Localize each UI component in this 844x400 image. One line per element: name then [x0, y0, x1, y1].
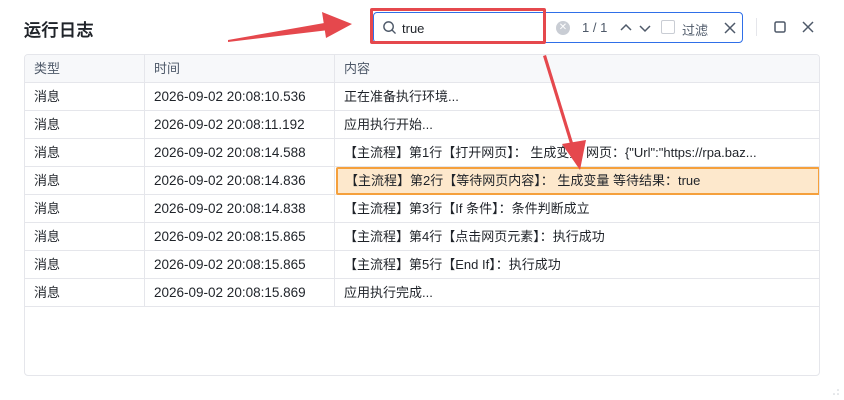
- cell-type: 消息: [25, 167, 145, 195]
- match-count: 1 / 1: [582, 20, 608, 35]
- column-header-type[interactable]: 类型: [25, 55, 145, 83]
- cell-type: 消息: [25, 195, 145, 223]
- cell-content: 【主流程】第5行【End If】：执行成功: [344, 257, 561, 272]
- cell-time: 2026-09-02 20:08:15.865: [145, 223, 335, 251]
- maximize-icon[interactable]: [771, 18, 789, 36]
- table-header: 类型 时间 内容: [25, 55, 819, 83]
- filter-checkbox[interactable]: [661, 20, 675, 34]
- cell-content: 正在准备执行环境...: [344, 89, 459, 104]
- table-row-highlighted[interactable]: 消息 2026-09-02 20:08:14.836 【主流程】第2行【等待网页…: [25, 167, 819, 195]
- column-header-content[interactable]: 内容: [335, 55, 819, 83]
- cell-content: 【主流程】第1行【打开网页】： 生成变量 网页：{"Url":"https://…: [344, 145, 757, 160]
- table-row[interactable]: 消息 2026-09-02 20:08:15.869 应用执行完成...: [25, 279, 819, 307]
- cell-type: 消息: [25, 279, 145, 307]
- window-title: 运行日志: [24, 21, 94, 40]
- column-header-time[interactable]: 时间: [145, 55, 335, 83]
- previous-match-icon[interactable]: [618, 19, 634, 37]
- cell-time: 2026-09-02 20:08:11.192: [145, 111, 335, 139]
- table-row[interactable]: 消息 2026-09-02 20:08:14.838 【主流程】第3行【If 条…: [25, 195, 819, 223]
- cell-type: 消息: [25, 223, 145, 251]
- header-divider: [756, 18, 757, 36]
- cell-type: 消息: [25, 251, 145, 279]
- run-log-window: 运行日志 ✕ 1 / 1 过滤 类型 时间 内容: [0, 0, 844, 400]
- resize-grip-icon[interactable]: [832, 388, 840, 396]
- cell-content: 【主流程】第4行【点击网页元素】：执行成功: [344, 229, 605, 244]
- cell-content-match: 【主流程】第2行【等待网页内容】： 生成变量 等待结果：true: [336, 167, 819, 195]
- search-icon: [383, 21, 396, 34]
- cell-time: 2026-09-02 20:08:14.838: [145, 195, 335, 223]
- next-match-icon[interactable]: [637, 19, 653, 37]
- cell-type: 消息: [25, 83, 145, 111]
- cell-time: 2026-09-02 20:08:10.536: [145, 83, 335, 111]
- cell-content: 【主流程】第3行【If 条件】：条件判断成立: [344, 201, 590, 216]
- clear-search-icon[interactable]: ✕: [556, 21, 570, 35]
- table-row[interactable]: 消息 2026-09-02 20:08:11.192 应用执行开始...: [25, 111, 819, 139]
- search-input[interactable]: [402, 18, 552, 38]
- cell-time: 2026-09-02 20:08:14.836: [145, 167, 335, 195]
- cell-type: 消息: [25, 111, 145, 139]
- log-table: 类型 时间 内容 消息 2026-09-02 20:08:10.536 正在准备…: [24, 54, 820, 376]
- table-row[interactable]: 消息 2026-09-02 20:08:10.536 正在准备执行环境...: [25, 83, 819, 111]
- table-row[interactable]: 消息 2026-09-02 20:08:14.588 【主流程】第1行【打开网页…: [25, 139, 819, 167]
- cell-type: 消息: [25, 139, 145, 167]
- close-window-icon[interactable]: [799, 18, 817, 36]
- arrow-to-search: [228, 12, 352, 42]
- cell-content: 应用执行开始...: [344, 117, 433, 132]
- cell-time: 2026-09-02 20:08:15.869: [145, 279, 335, 307]
- cell-time: 2026-09-02 20:08:14.588: [145, 139, 335, 167]
- cell-content: 应用执行完成...: [344, 285, 433, 300]
- filter-label: 过滤: [682, 23, 709, 38]
- close-search-icon[interactable]: [722, 20, 738, 36]
- cell-time: 2026-09-02 20:08:15.865: [145, 251, 335, 279]
- table-row[interactable]: 消息 2026-09-02 20:08:15.865 【主流程】第5行【End …: [25, 251, 819, 279]
- search-bar: ✕ 1 / 1 过滤: [373, 12, 743, 43]
- table-row[interactable]: 消息 2026-09-02 20:08:15.865 【主流程】第4行【点击网页…: [25, 223, 819, 251]
